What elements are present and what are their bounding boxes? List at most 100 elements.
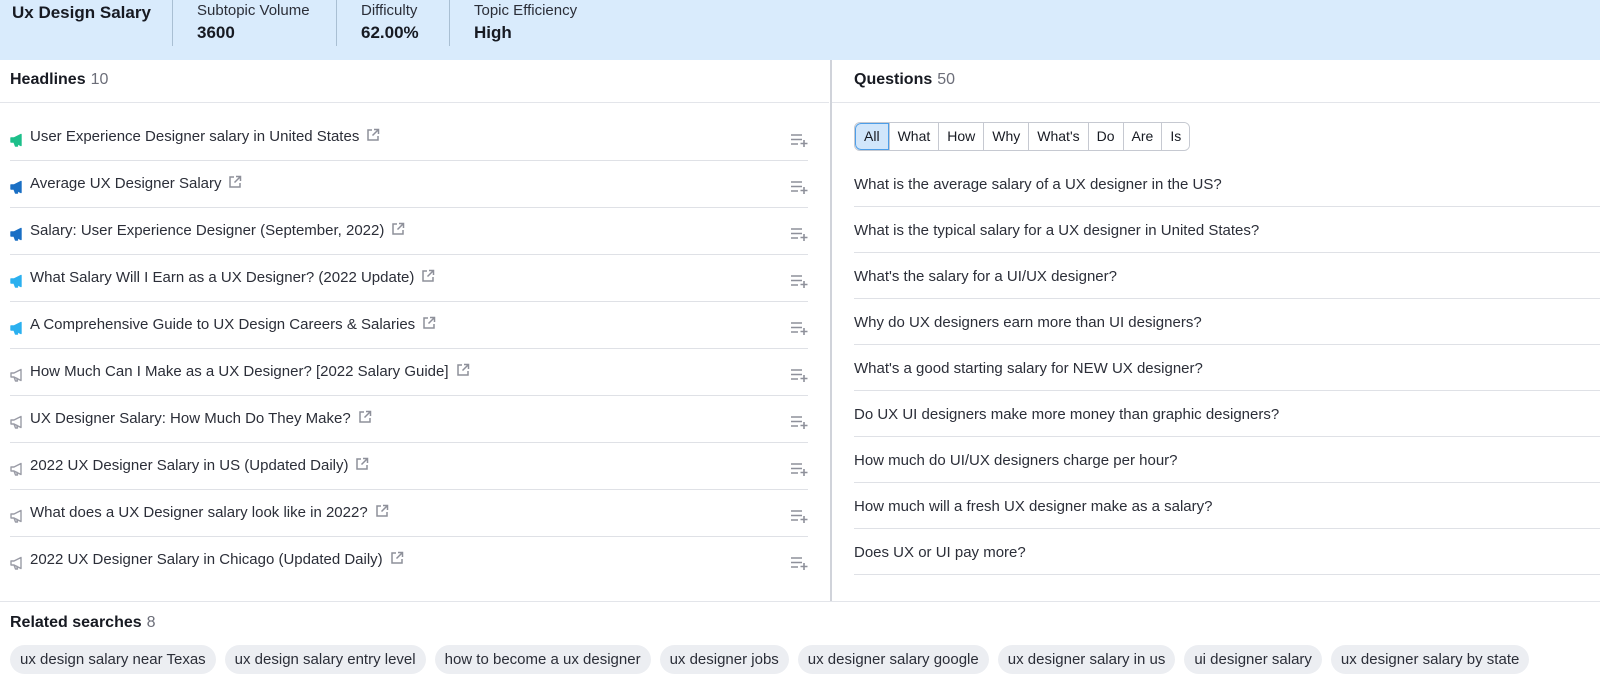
add-to-list-icon[interactable] (790, 320, 808, 336)
megaphone-icon (10, 133, 22, 147)
external-link-icon[interactable] (421, 269, 435, 283)
megaphone-icon (10, 227, 22, 241)
related-search-chip[interactable]: ui designer salary (1184, 645, 1322, 674)
question-row: How much will a fresh UX designer make a… (854, 483, 1600, 529)
add-to-list-icon[interactable] (790, 367, 808, 383)
question-link[interactable]: How much will a fresh UX designer make a… (854, 498, 1212, 515)
external-link-icon[interactable] (456, 363, 470, 377)
related-search-chip[interactable]: ux designer jobs (659, 645, 789, 674)
external-link-icon[interactable] (390, 551, 404, 565)
external-link-icon[interactable] (355, 457, 369, 471)
question-link[interactable]: How much do UI/UX designers charge per h… (854, 452, 1178, 469)
question-link[interactable]: What's a good starting salary for NEW UX… (854, 360, 1203, 377)
filter-tab-all[interactable]: All (855, 123, 889, 150)
add-to-list-icon[interactable] (790, 508, 808, 524)
related-search-chip[interactable]: ux designer salary google (797, 645, 989, 674)
related-search-chip[interactable]: how to become a ux designer (434, 645, 651, 674)
megaphone-icon (10, 462, 22, 476)
headline-link[interactable]: User Experience Designer salary in Unite… (30, 128, 380, 145)
headline-link[interactable]: 2022 UX Designer Salary in US (Updated D… (30, 457, 369, 474)
related-search-chip[interactable]: ux designer salary in us (997, 645, 1176, 674)
megaphone-icon (10, 274, 22, 288)
external-link-icon[interactable] (422, 316, 436, 330)
questions-panel: Questions 50 All What How Why What's Do Are Is W… (830, 60, 1600, 601)
filter-tab-how[interactable]: How (938, 123, 984, 150)
filter-tab-do[interactable]: Do (1087, 123, 1123, 150)
question-row: Why do UX designers earn more than UI de… (854, 299, 1600, 345)
headline-row: 2022 UX Designer Salary in US (Updated D… (10, 443, 808, 490)
headline-row: A Comprehensive Guide to UX Design Caree… (10, 302, 808, 349)
question-row: What is the average salary of a UX desig… (854, 161, 1600, 207)
headline-link[interactable]: A Comprehensive Guide to UX Design Caree… (30, 316, 436, 333)
question-row: Does UX or UI pay more? (854, 529, 1600, 575)
stat-label: Difficulty (361, 2, 418, 19)
question-link[interactable]: Does UX or UI pay more? (854, 544, 1026, 561)
headline-link[interactable]: What does a UX Designer salary look like… (30, 504, 389, 521)
add-to-list-icon[interactable] (790, 179, 808, 195)
headline-link[interactable]: Average UX Designer Salary (30, 175, 242, 192)
questions-title: Questions 50 (854, 71, 955, 89)
external-link-icon[interactable] (375, 504, 389, 518)
filter-tab-why[interactable]: Why (983, 123, 1029, 150)
filter-tab-is[interactable]: Is (1161, 123, 1190, 150)
add-to-list-icon[interactable] (790, 555, 808, 571)
headline-row: What Salary Will I Earn as a UX Designer… (10, 255, 808, 302)
question-link[interactable]: What is the average salary of a UX desig… (854, 176, 1222, 193)
stat-value: 62.00% (361, 23, 419, 42)
filter-tab-are[interactable]: Are (1122, 123, 1162, 150)
stat-subtopic-volume: Subtopic Volume 3600 (172, 0, 310, 46)
question-link[interactable]: Do UX UI designers make more money than … (854, 406, 1279, 423)
topic-header: Ux Design Salary Subtopic Volume 3600 Di… (0, 0, 1600, 60)
related-search-chip[interactable]: ux design salary near Texas (10, 645, 216, 674)
headline-link[interactable]: Salary: User Experience Designer (Septem… (30, 222, 405, 239)
stat-difficulty: Difficulty 62.00% (336, 0, 419, 46)
add-to-list-icon[interactable] (790, 132, 808, 148)
filter-tab-whats[interactable]: What's (1028, 123, 1088, 150)
stat-topic-efficiency: Topic Efficiency High (449, 0, 577, 46)
megaphone-icon (10, 415, 22, 429)
questions-title-text: Questions (854, 71, 933, 88)
external-link-icon[interactable] (228, 175, 242, 189)
related-searches-section: Related searches 8 ux design salary near … (0, 601, 1600, 681)
related-chips: ux design salary near Texas ux design sal… (10, 645, 1530, 674)
add-to-list-icon[interactable] (790, 414, 808, 430)
question-link[interactable]: What is the typical salary for a UX desi… (854, 222, 1259, 239)
megaphone-icon (10, 321, 22, 335)
headline-link[interactable]: How Much Can I Make as a UX Designer? [2… (30, 363, 470, 380)
question-row: What's a good starting salary for NEW UX… (854, 345, 1600, 391)
megaphone-icon (10, 368, 22, 382)
add-to-list-icon[interactable] (790, 226, 808, 242)
headline-link[interactable]: 2022 UX Designer Salary in Chicago (Upda… (30, 551, 404, 568)
add-to-list-icon[interactable] (790, 461, 808, 477)
stat-label: Subtopic Volume (197, 2, 310, 19)
external-link-icon[interactable] (391, 222, 405, 236)
headline-row: Salary: User Experience Designer (Septem… (10, 208, 808, 255)
divider (0, 102, 829, 103)
headline-link[interactable]: What Salary Will I Earn as a UX Designer… (30, 269, 435, 286)
stat-value: High (474, 23, 512, 42)
filter-tab-what[interactable]: What (888, 123, 939, 150)
related-count: 8 (146, 614, 156, 631)
question-row: Do UX UI designers make more money than … (854, 391, 1600, 437)
questions-list: What is the average salary of a UX desig… (854, 161, 1600, 575)
questions-count: 50 (937, 71, 956, 88)
external-link-icon[interactable] (366, 128, 380, 142)
question-link[interactable]: Why do UX designers earn more than UI de… (854, 314, 1202, 331)
headlines-title: Headlines 10 (10, 71, 108, 89)
stat-label: Topic Efficiency (474, 2, 578, 19)
related-title-text: Related searches (10, 614, 142, 631)
headline-link[interactable]: UX Designer Salary: How Much Do They Mak… (30, 410, 372, 427)
megaphone-icon (10, 556, 22, 570)
headline-row: How Much Can I Make as a UX Designer? [2… (10, 349, 808, 396)
external-link-icon[interactable] (358, 410, 372, 424)
headline-row: UX Designer Salary: How Much Do They Mak… (10, 396, 808, 443)
related-searches-title: Related searches 8 (10, 614, 156, 632)
related-search-chip[interactable]: ux design salary entry level (224, 645, 426, 674)
divider (832, 102, 1600, 103)
megaphone-icon (10, 509, 22, 523)
add-to-list-icon[interactable] (790, 273, 808, 289)
related-search-chip[interactable]: ux designer salary by state (1330, 645, 1530, 674)
question-row: How much do UI/UX designers charge per h… (854, 437, 1600, 483)
question-link[interactable]: What's the salary for a UI/UX designer? (854, 268, 1117, 285)
headlines-title-text: Headlines (10, 71, 86, 88)
